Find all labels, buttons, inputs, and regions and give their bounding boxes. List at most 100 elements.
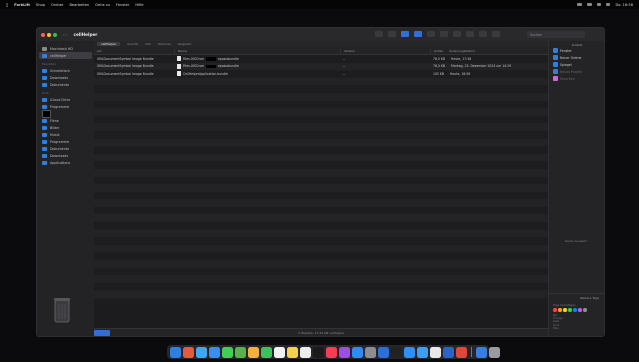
status-bar-toggle[interactable] — [94, 330, 110, 336]
settings-icon[interactable] — [365, 346, 376, 358]
reminders-icon[interactable] — [300, 346, 311, 358]
word-icon[interactable] — [443, 346, 454, 358]
preview-icon[interactable] — [417, 346, 428, 358]
sidebar-item[interactable]: Macintosh HD — [37, 45, 94, 52]
inspector-item[interactable]: Fenster — [549, 47, 604, 54]
textedit-icon[interactable] — [430, 346, 441, 358]
sidebar-item[interactable]: Dokumente — [37, 145, 94, 152]
menu-item[interactable]: Fenster — [116, 3, 129, 7]
sidebar-item[interactable]: Musik — [37, 131, 94, 138]
search-icon[interactable] — [597, 3, 602, 6]
sidebar-item[interactable]: Programme — [37, 103, 94, 110]
minimize-button[interactable] — [47, 32, 51, 37]
empty-row — [94, 199, 548, 207]
column-kind[interactable]: Art — [94, 49, 174, 53]
trash-icon[interactable] — [52, 295, 72, 325]
menu-item[interactable]: Bearbeiten — [69, 3, 89, 7]
sidebar-item[interactable]: Bilder — [37, 124, 94, 131]
column-size-date[interactable]: Größe Änderungsdatum — [430, 48, 548, 53]
table-row[interactable]: XMLDocumentSymbol Image Bundle Files.UISC… — [94, 55, 548, 63]
group-icon[interactable] — [427, 31, 435, 37]
sidebar-item[interactable]: Schreibtisch — [37, 67, 94, 74]
column-date[interactable]: Änderungsdatum — [449, 49, 475, 53]
tag-color-dot[interactable] — [578, 308, 582, 312]
notes-icon[interactable] — [287, 346, 298, 358]
inspector-item[interactable]: Favoriten — [549, 75, 604, 82]
music-icon[interactable] — [326, 346, 337, 358]
terminal-icon[interactable] — [391, 346, 402, 358]
view-list-icon[interactable] — [388, 31, 396, 37]
back-forward-icon[interactable]: ‹ › — [63, 32, 67, 37]
search-input[interactable]: Suchen — [527, 31, 585, 38]
inspector-item[interactable]: Spiegel — [549, 61, 604, 68]
wifi-icon[interactable] — [577, 3, 583, 6]
sidebar-item[interactable]: Downloads — [37, 152, 94, 159]
column-size[interactable]: Größe — [434, 49, 443, 53]
tag-list-item[interactable]: Blau — [553, 327, 604, 330]
calendar-icon[interactable] — [274, 346, 285, 358]
close-button[interactable] — [41, 32, 45, 37]
control-center-icon[interactable] — [606, 3, 611, 6]
connect-icon[interactable] — [492, 31, 500, 37]
mail-icon[interactable] — [209, 346, 220, 358]
tag-color-dot[interactable] — [558, 308, 562, 312]
action-icon[interactable] — [466, 31, 474, 37]
trash-icon[interactable] — [489, 346, 500, 358]
column-name[interactable]: Name — [174, 48, 340, 53]
tab-0[interactable]: cellHelper — [97, 42, 121, 46]
forklift-icon[interactable] — [378, 346, 389, 358]
tag-color-dot[interactable] — [553, 308, 557, 312]
tag-color-dot[interactable] — [563, 308, 567, 312]
downloads-stack-icon[interactable] — [476, 346, 487, 358]
view-gallery-icon[interactable] — [414, 31, 422, 37]
sidebar-item[interactable]: iCloud Drive — [37, 96, 94, 103]
sidebar-item[interactable] — [37, 109, 94, 118]
tag-color-dot[interactable] — [573, 308, 577, 312]
facetime-icon[interactable] — [261, 346, 272, 358]
tv-icon[interactable] — [313, 346, 324, 358]
menu-clock[interactable]: Do. 16:58 — [615, 3, 633, 7]
menu-item[interactable]: Gehe zu — [95, 3, 110, 7]
tag-color-dot[interactable] — [583, 308, 587, 312]
tab-2[interactable]: Info — [145, 42, 151, 46]
xcode-icon[interactable] — [404, 346, 415, 358]
sync-icon[interactable] — [479, 31, 487, 37]
sidebar-item[interactable]: cellHelper — [39, 52, 92, 59]
menu-item[interactable]: ForkLift — [14, 3, 30, 7]
safari-icon[interactable] — [196, 346, 207, 358]
chrome-icon[interactable] — [456, 346, 467, 358]
messages-icon[interactable] — [222, 346, 233, 358]
launchpad-icon[interactable] — [183, 346, 194, 358]
sidebar-item[interactable]: Filme — [37, 117, 94, 124]
empty-row — [94, 282, 548, 291]
menu-item[interactable]: Shop — [36, 3, 45, 7]
menu-item[interactable]: Hilfe — [135, 3, 143, 7]
tag-icon[interactable] — [453, 31, 461, 37]
apple-logo-icon[interactable]:  — [6, 3, 8, 7]
maps-icon[interactable] — [235, 346, 246, 358]
sidebar-item[interactable]: Dokumente — [37, 81, 94, 88]
inspector-item[interactable]: Neues Projekt — [549, 68, 604, 75]
photos-icon[interactable] — [248, 346, 259, 358]
view-columns-icon[interactable] — [401, 31, 409, 37]
column-version[interactable]: Version — [340, 48, 430, 53]
tab-1[interactable]: Ansicht — [127, 42, 138, 46]
zoom-button[interactable] — [53, 32, 57, 37]
tab-3[interactable]: Terminal — [158, 42, 171, 46]
finder-icon[interactable] — [170, 346, 181, 358]
tag-color-dot[interactable] — [568, 308, 572, 312]
table-row[interactable]: XMLDocumentSymbol Image Bundle CellHelper… — [94, 70, 548, 78]
table-row[interactable]: XMLDocumentSymbol Image Bundle Files.UISC… — [94, 62, 548, 71]
menu-item[interactable]: Ordner — [51, 3, 64, 7]
tab-4[interactable]: Vergleich — [178, 42, 192, 46]
view-icons-icon[interactable] — [375, 31, 383, 37]
battery-icon[interactable] — [587, 3, 593, 6]
share-icon[interactable] — [440, 31, 448, 37]
sidebar-item[interactable]: Programme — [37, 138, 94, 145]
inspector-item[interactable]: Neuer Ordner — [549, 54, 604, 61]
download-icon — [42, 75, 47, 80]
podcasts-icon[interactable] — [339, 346, 350, 358]
sidebar-item[interactable]: Downloads — [37, 74, 94, 81]
appstore-icon[interactable] — [352, 346, 363, 358]
sidebar-item[interactable]: Applications — [37, 159, 94, 166]
